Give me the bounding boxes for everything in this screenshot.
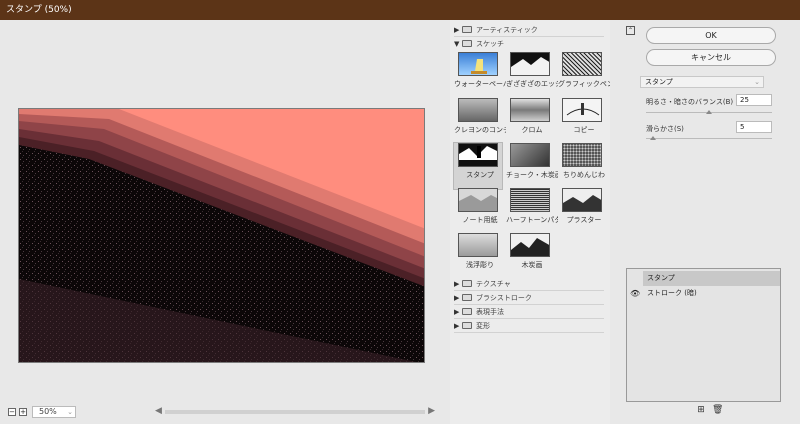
filter-photocopy[interactable]: コピー: [558, 98, 606, 144]
filter-watercolor-paper[interactable]: ウォーターペーパー: [454, 52, 506, 98]
thumbnail: [510, 143, 550, 167]
category-artistic[interactable]: ▶ アーティスティック: [454, 24, 604, 37]
thumbnail: [562, 188, 602, 212]
thumbnail: [510, 188, 550, 212]
category-label: スケッチ: [476, 40, 504, 48]
filter-reticulation[interactable]: ちりめんじわ: [558, 143, 606, 189]
category-label: アーティスティック: [476, 26, 538, 34]
settings-panel: ⌃ OK キャンセル スタンプ ⌄ 明るさ・暗さのバランス(B) 25 滑らかさ…: [612, 20, 800, 424]
effect-layers-panel: スタンプ 👁 ストローク (暗): [626, 268, 781, 402]
effect-layer-stroke[interactable]: ストローク (暗): [643, 286, 780, 301]
balance-input[interactable]: 25: [736, 94, 772, 106]
filter-chalk-charcoal[interactable]: チョーク・木炭画: [506, 143, 558, 189]
filter-halftone-pattern[interactable]: ハーフトーンパターン: [506, 188, 558, 234]
scroll-left-icon[interactable]: ◀: [155, 406, 162, 416]
smoothness-input[interactable]: 5: [736, 121, 772, 133]
slider-knob[interactable]: [650, 136, 656, 140]
scroll-right-icon[interactable]: ▶: [428, 406, 435, 416]
thumbnail: [458, 188, 498, 212]
filter-plaster[interactable]: プラスター: [558, 188, 606, 234]
filter-graphic-pen[interactable]: グラフィックペン: [558, 52, 610, 98]
zoom-out-button[interactable]: −: [8, 408, 16, 416]
preview-panel: [0, 20, 448, 424]
filter-chrome[interactable]: クロム: [506, 98, 554, 144]
filter-charcoal[interactable]: 木炭画: [506, 233, 554, 279]
category-label: 変形: [476, 322, 490, 330]
preview-toolbar: − + 50% ⌄ ◀ ▶: [0, 404, 448, 420]
delete-effect-layer-icon[interactable]: 🗑: [712, 405, 723, 415]
thumbnail: [562, 52, 602, 76]
zoom-in-button[interactable]: +: [19, 408, 27, 416]
filter-select[interactable]: スタンプ ⌄: [640, 76, 764, 88]
thumbnail: [458, 52, 498, 76]
expand-arrow-icon: ▶: [454, 294, 460, 302]
thumbnail: [562, 143, 602, 167]
category-distort[interactable]: ▶ 変形: [454, 320, 604, 333]
preview-canvas[interactable]: [18, 108, 425, 363]
folder-icon: [462, 40, 472, 47]
category-label: ブラシストローク: [476, 294, 532, 302]
filter-select-value: スタンプ: [645, 78, 673, 86]
expand-arrow-icon: ▶: [454, 308, 460, 316]
category-label: テクスチャ: [476, 280, 511, 288]
folder-icon: [462, 294, 472, 301]
balance-label: 明るさ・暗さのバランス(B): [646, 98, 734, 106]
collapse-gallery-icon[interactable]: ⌃: [626, 26, 635, 35]
category-sketch[interactable]: ▼ スケッチ: [454, 38, 604, 51]
chevron-down-icon: ⌄: [67, 408, 73, 416]
category-label: 表現手法: [476, 308, 504, 316]
folder-icon: [462, 26, 472, 33]
ok-button[interactable]: OK: [646, 27, 776, 44]
visibility-eye-icon[interactable]: 👁: [630, 286, 640, 301]
expand-arrow-icon: ▶: [454, 26, 460, 34]
filter-note-paper[interactable]: ノート用紙: [454, 188, 502, 234]
thumbnail: [510, 52, 550, 76]
folder-icon: [462, 308, 472, 315]
smoothness-slider[interactable]: [646, 136, 772, 140]
window-title: スタンプ (50%): [0, 0, 800, 20]
collapse-arrow-icon: ▼: [454, 40, 460, 48]
new-effect-layer-icon[interactable]: ⊞: [696, 405, 706, 415]
zoom-select[interactable]: 50% ⌄: [32, 406, 76, 418]
filter-conte-crayon[interactable]: クレヨンのコンテ画: [454, 98, 506, 144]
scroll-track[interactable]: [165, 410, 425, 414]
horizontal-scrollbar[interactable]: ◀ ▶: [155, 406, 435, 416]
filter-torn-edges[interactable]: ぎざぎざのエッジ: [506, 52, 558, 98]
zoom-value: 50%: [39, 407, 57, 416]
chevron-down-icon: ⌄: [754, 78, 760, 86]
filter-bas-relief[interactable]: 浅浮彫り: [454, 233, 502, 279]
balance-slider[interactable]: [646, 110, 772, 114]
category-texture[interactable]: ▶ テクスチャ: [454, 278, 604, 291]
folder-icon: [462, 280, 472, 287]
thumbnail: [562, 98, 602, 122]
expand-arrow-icon: ▶: [454, 322, 460, 330]
category-brush-strokes[interactable]: ▶ ブラシストローク: [454, 292, 604, 305]
effect-layer-stamp[interactable]: スタンプ: [643, 271, 780, 286]
thumbnail: [458, 98, 498, 122]
cancel-button[interactable]: キャンセル: [646, 49, 776, 66]
filter-stamp[interactable]: スタンプ: [453, 142, 503, 190]
smoothness-label: 滑らかさ(S): [646, 125, 684, 133]
thumbnail: [510, 98, 550, 122]
expand-arrow-icon: ▶: [454, 280, 460, 288]
preview-image: [19, 109, 424, 362]
thumbnail: [510, 233, 550, 257]
filter-gallery: ▶ アーティスティック ▼ スケッチ ウォーターペーパー ぎざぎざのエッジ グラフィ…: [450, 20, 610, 424]
folder-icon: [462, 322, 472, 329]
slider-knob[interactable]: [706, 110, 712, 114]
category-stylize[interactable]: ▶ 表現手法: [454, 306, 604, 319]
thumbnail: [458, 143, 498, 167]
thumbnail: [458, 233, 498, 257]
